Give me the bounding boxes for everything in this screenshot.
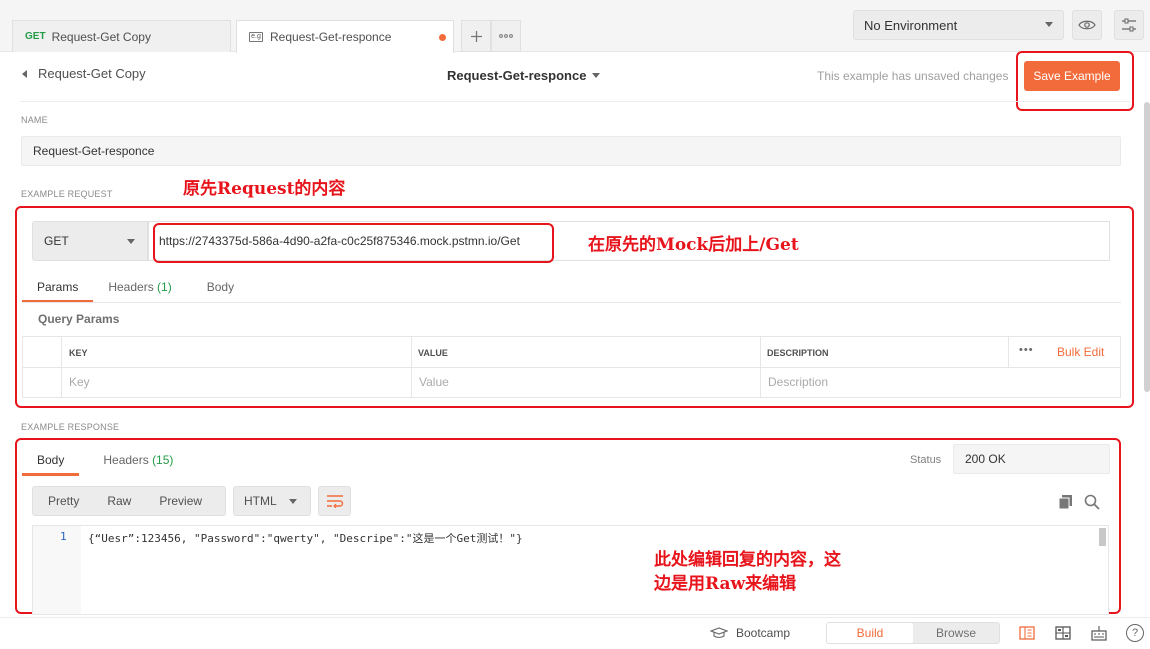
request-tabs: Params Headers (1) Body: [22, 276, 249, 303]
back-arrow-icon: [22, 69, 27, 78]
table-options-button[interactable]: •••: [1019, 344, 1034, 356]
tab-label: Request-Get-responce: [270, 30, 392, 44]
eye-icon: [1078, 20, 1096, 30]
editor-gutter: [33, 526, 81, 614]
key-input[interactable]: Key: [69, 375, 90, 389]
bootcamp-button[interactable]: Bootcamp: [710, 626, 790, 640]
tab-response-headers-label: Headers: [103, 453, 149, 467]
environment-label: No Environment: [864, 17, 958, 33]
response-headers-count: (15): [152, 453, 174, 467]
example-name-field[interactable]: Request-Get-responce: [21, 136, 1121, 166]
bulk-edit-link[interactable]: Bulk Edit: [1057, 345, 1104, 359]
annotation-url: 在原先的Mock后加上/Get: [588, 235, 799, 255]
annotation-response-line1: 此处编辑回复的内容，这: [654, 550, 841, 570]
tab-request-get-responce[interactable]: e.g Request-Get-responce: [236, 20, 454, 53]
column-divider: [1008, 337, 1009, 367]
copy-icon[interactable]: [1058, 494, 1074, 513]
view-mode-pretty[interactable]: Pretty: [33, 494, 92, 508]
query-params-title: Query Params: [38, 312, 120, 326]
response-body-editor[interactable]: 1 {“Uesr”:123456, "Password":"qwerty", "…: [32, 525, 1109, 615]
tab-params-label: Params: [37, 280, 79, 294]
annotation-box-save: [1016, 51, 1134, 111]
tab-body[interactable]: Body: [187, 276, 249, 303]
keyboard-shortcuts-icon[interactable]: [1090, 624, 1108, 642]
tabs-divider: [22, 302, 1121, 303]
environment-select[interactable]: No Environment: [853, 10, 1064, 40]
environment-quick-look-button[interactable]: [1072, 10, 1102, 40]
method-select[interactable]: GET: [32, 221, 148, 261]
tab-headers[interactable]: Headers (1): [93, 276, 186, 303]
name-label: NAME: [21, 115, 48, 125]
page-scrollbar[interactable]: [1144, 102, 1150, 392]
column-header-value: VALUE: [418, 348, 448, 358]
manage-environments-button[interactable]: [1114, 10, 1144, 40]
code-line: {“Uesr”:123456, "Password":"qwerty", "De…: [88, 532, 523, 545]
format-label: HTML: [244, 494, 277, 508]
column-header-description: DESCRIPTION: [767, 348, 829, 358]
response-tabs: Body Headers (15): [22, 449, 188, 476]
tab-response-body[interactable]: Body: [22, 449, 80, 476]
build-browse-toggle: Build Browse: [826, 622, 1000, 644]
view-mode-selector: Pretty Raw Preview: [32, 486, 226, 516]
help-icon[interactable]: ?: [1126, 624, 1144, 642]
line-number: 1: [60, 530, 67, 543]
example-request-label: EXAMPLE REQUEST: [21, 189, 113, 199]
build-button[interactable]: Build: [827, 623, 913, 643]
wrap-lines-button[interactable]: [318, 486, 351, 516]
chevron-down-icon: [289, 499, 297, 504]
value-input[interactable]: Value: [419, 375, 449, 389]
example-title-dropdown[interactable]: Request-Get-responce: [447, 68, 601, 83]
query-params-table: KEY VALUE DESCRIPTION ••• Bulk Edit Key …: [22, 336, 1121, 398]
example-icon: e.g: [249, 32, 263, 42]
tab-request-get-copy[interactable]: GET Request-Get Copy: [12, 20, 231, 52]
status-field[interactable]: 200 OK: [953, 444, 1110, 474]
more-icon: [499, 34, 513, 38]
annotation-box-url: [153, 223, 554, 263]
tab-headers-label: Headers: [108, 280, 154, 294]
back-to-request-link[interactable]: Request-Get Copy: [22, 66, 146, 81]
chevron-down-icon: [592, 73, 601, 78]
view-mode-preview[interactable]: Preview: [144, 494, 215, 508]
description-input[interactable]: Description: [768, 375, 828, 389]
graduation-cap-icon: [710, 627, 728, 639]
annotation-request: 原先Request的内容: [183, 179, 346, 199]
search-icon[interactable]: [1084, 494, 1100, 513]
unsaved-changes-text: This example has unsaved changes: [817, 69, 1009, 83]
chevron-down-icon: [1045, 22, 1053, 27]
bootcamp-label: Bootcamp: [736, 626, 791, 640]
unsaved-dot-icon: [439, 33, 446, 41]
sliders-icon: [1122, 18, 1136, 32]
wrap-icon: [326, 495, 343, 508]
tab-params[interactable]: Params: [22, 276, 94, 303]
example-title: Request-Get-responce: [447, 68, 587, 83]
two-pane-view-icon[interactable]: [1018, 624, 1036, 642]
back-label: Request-Get Copy: [38, 66, 146, 81]
tab-response-headers[interactable]: Headers (15): [79, 449, 188, 476]
method-label: GET: [44, 234, 69, 248]
column-header-key: KEY: [69, 348, 88, 358]
layout-icon[interactable]: [1054, 624, 1072, 642]
new-tab-button[interactable]: [461, 20, 491, 52]
tab-method-label: GET: [25, 31, 46, 42]
annotation-response-line2: 边是用Raw来编辑: [654, 574, 797, 594]
header-divider: [20, 101, 1130, 102]
plus-icon: [470, 30, 482, 42]
view-mode-raw[interactable]: Raw: [92, 494, 144, 508]
chevron-down-icon: [127, 239, 135, 244]
editor-scrollbar[interactable]: [1099, 528, 1106, 546]
row-divider: [23, 367, 1120, 368]
tab-body-label: Body: [206, 280, 235, 294]
status-label: Status: [910, 454, 942, 466]
tab-label: Request-Get Copy: [51, 29, 151, 44]
tab-response-body-label: Body: [37, 453, 65, 467]
tab-options-button[interactable]: [491, 20, 521, 52]
format-select[interactable]: HTML: [233, 486, 311, 516]
headers-count: (1): [157, 280, 172, 294]
browse-button[interactable]: Browse: [913, 623, 999, 643]
example-response-label: EXAMPLE RESPONSE: [21, 422, 120, 432]
